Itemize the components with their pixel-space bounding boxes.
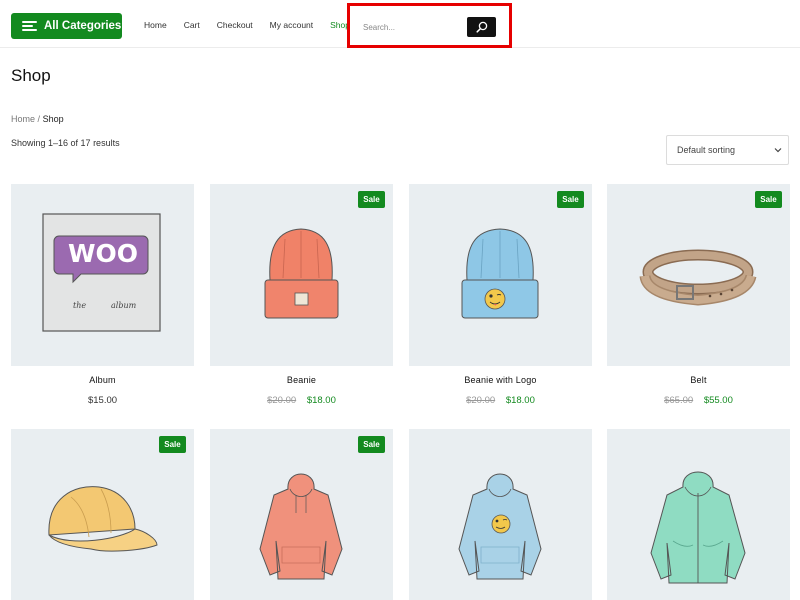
beanie-with-logo-image — [461, 228, 539, 319]
breadcrumb: Home / Shop — [11, 114, 64, 124]
all-categories-label: All Categories — [44, 20, 122, 32]
product-price: $65.00 $55.00 — [607, 395, 790, 406]
product-card: Sale Beanie $20.00 $18.00 — [210, 184, 393, 406]
sale-badge: Sale — [159, 436, 186, 453]
product-image[interactable]: Sale — [210, 429, 393, 600]
search-button[interactable] — [467, 17, 496, 37]
product-card — [409, 429, 592, 600]
breadcrumb-current: Shop — [42, 114, 64, 124]
product-image[interactable]: Sale — [11, 429, 194, 600]
product-name[interactable]: Album — [11, 375, 194, 385]
breadcrumb-home[interactable]: Home — [11, 114, 35, 124]
main-nav: Home Cart Checkout My account Shop — [144, 20, 367, 30]
price-sale: $18.00 — [505, 395, 535, 406]
price-original: $65.00 — [664, 395, 694, 406]
beanie-image — [264, 228, 339, 319]
product-image[interactable]: Sale — [210, 184, 393, 366]
site-header: All Categories Home Cart Checkout My acc… — [0, 0, 800, 48]
nav-checkout[interactable]: Checkout — [217, 20, 253, 30]
album-image: WOO the album — [42, 213, 161, 332]
cap-image — [48, 486, 158, 552]
all-categories-button[interactable]: All Categories — [11, 13, 122, 39]
product-image[interactable]: Sale — [409, 184, 592, 366]
product-card: Sale Beanie with Logo $20.00 $18.00 — [409, 184, 592, 406]
search-icon — [475, 21, 487, 33]
price-sale: $18.00 — [306, 395, 336, 406]
price-original: $20.00 — [267, 395, 297, 406]
product-name[interactable]: Belt — [607, 375, 790, 385]
product-name[interactable]: Beanie — [210, 375, 393, 385]
album-logo-text: WOO — [68, 239, 138, 268]
product-card — [607, 429, 790, 600]
breadcrumb-separator: / — [37, 114, 41, 124]
product-name[interactable]: Beanie with Logo — [409, 375, 592, 385]
result-count: Showing 1–16 of 17 results — [11, 138, 120, 148]
price-original: $20.00 — [466, 395, 496, 406]
zip-hoodie-image — [650, 471, 746, 584]
album-subtitle-left: the — [73, 301, 86, 310]
chevron-down-icon — [774, 148, 782, 153]
sale-badge: Sale — [358, 191, 385, 208]
sort-select[interactable]: Default sorting — [666, 135, 789, 165]
product-price: $15.00 — [11, 395, 194, 406]
album-subtitle-right: album — [111, 301, 137, 310]
product-card: Sale — [11, 429, 194, 600]
sale-badge: Sale — [755, 191, 782, 208]
hoodie-image — [259, 473, 343, 580]
product-image[interactable] — [607, 429, 790, 600]
nav-home[interactable]: Home — [144, 20, 167, 30]
price-current: $15.00 — [87, 395, 118, 406]
nav-my-account[interactable]: My account — [270, 20, 313, 30]
price-sale: $55.00 — [703, 395, 733, 406]
product-image[interactable]: WOO the album — [11, 184, 194, 366]
sale-badge: Sale — [358, 436, 385, 453]
sale-badge: Sale — [557, 191, 584, 208]
hoodie-with-logo-image — [458, 473, 542, 580]
nav-cart[interactable]: Cart — [184, 20, 200, 30]
product-image[interactable] — [409, 429, 592, 600]
product-card: Sale Belt $65.00 $55.00 — [607, 184, 790, 406]
product-price: $20.00 $18.00 — [409, 395, 592, 406]
product-image[interactable]: Sale — [607, 184, 790, 366]
product-price: $20.00 $18.00 — [210, 395, 393, 406]
product-card: Sale — [210, 429, 393, 600]
search-input[interactable] — [363, 20, 463, 34]
product-card: WOO the album Album $15.00 — [11, 184, 194, 406]
page-title: Shop — [11, 66, 51, 85]
menu-icon — [22, 21, 37, 31]
sort-select-value: Default sorting — [677, 145, 736, 155]
search-box — [347, 3, 512, 48]
belt-image — [639, 249, 757, 306]
